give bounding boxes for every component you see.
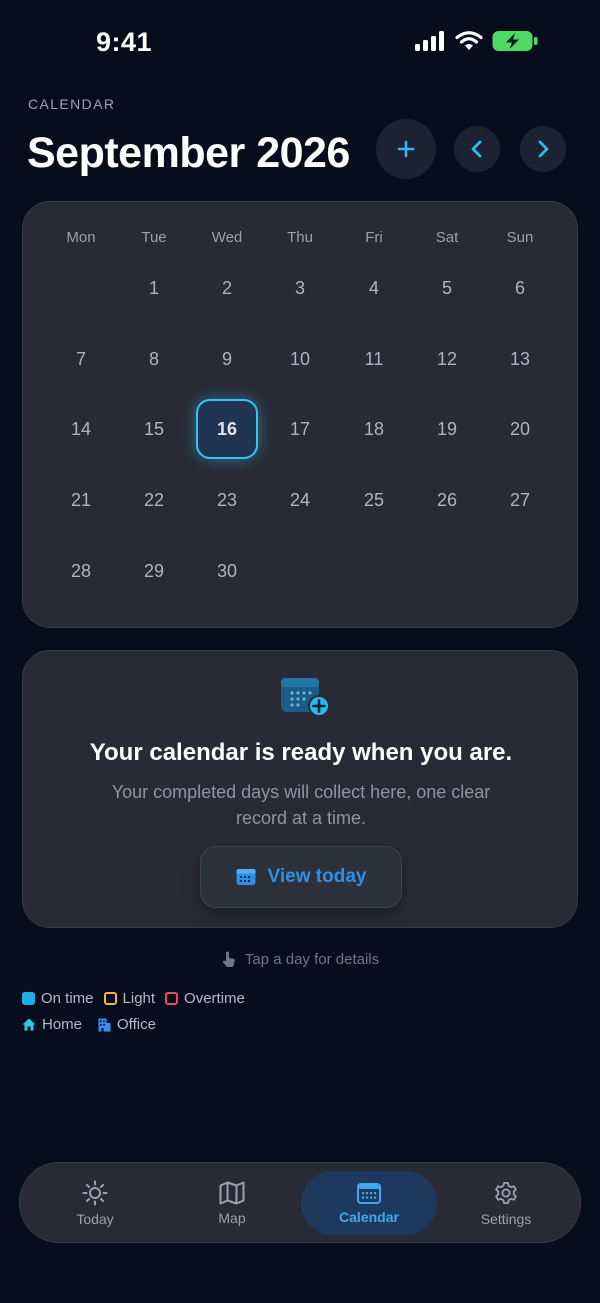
calendar-day[interactable]: 14 (50, 399, 112, 459)
calendar-icon (236, 869, 256, 885)
calendar-day[interactable]: 11 (343, 329, 405, 389)
calendar-day[interactable]: 27 (489, 470, 551, 530)
calendar-day[interactable]: 26 (416, 470, 478, 530)
weekday-label: Tue (141, 229, 167, 246)
tap-hint: Tap a day for details (0, 950, 600, 968)
calendar-day[interactable]: 18 (343, 399, 405, 459)
calendar-day[interactable]: 24 (269, 470, 331, 530)
overtime-swatch (165, 992, 179, 1005)
previous-month-button[interactable] (454, 126, 500, 172)
hand-tap-icon (222, 951, 235, 967)
tab-map[interactable]: Map (164, 1163, 300, 1244)
view-today-label: View today (267, 866, 367, 887)
weekday-label: Sat (435, 229, 459, 246)
hint-text: Tap a day for details (244, 950, 380, 968)
calendar-day[interactable]: 6 (489, 258, 551, 318)
calendar-day[interactable]: 10 (269, 329, 331, 389)
calendar-day-today[interactable]: 16 (196, 399, 258, 459)
legend-status-row: On time Light Overtime (22, 990, 245, 1007)
add-entry-button[interactable] (376, 119, 436, 179)
tab-label: Calendar (339, 1208, 399, 1225)
status-time: 9:41 (96, 27, 153, 57)
legend-label: Overtime (184, 990, 245, 1007)
calendar-day[interactable]: 22 (123, 470, 185, 530)
calendar-day[interactable]: 5 (416, 258, 478, 318)
legend-label: Light (122, 990, 156, 1007)
map-icon (219, 1181, 245, 1205)
legend-label: Home (42, 1016, 83, 1033)
wifi-icon (455, 31, 483, 50)
calendar-day[interactable]: 30 (196, 541, 258, 601)
on-time-swatch (22, 992, 35, 1005)
weekday-label: Mon (66, 229, 96, 246)
calendar-day[interactable]: 17 (269, 399, 331, 459)
next-month-button[interactable] (520, 126, 566, 172)
tab-today[interactable]: Today (27, 1163, 163, 1244)
calendar-day[interactable]: 3 (269, 258, 331, 318)
legend-overtime: Overtime (165, 990, 245, 1007)
tab-label: Today (76, 1211, 114, 1227)
battery-charging-icon (492, 31, 538, 51)
chevron-right-icon (538, 140, 549, 158)
light-swatch (103, 992, 117, 1005)
page-eyebrow: CALENDAR (28, 96, 116, 112)
calendar-day[interactable]: 29 (123, 541, 185, 601)
calendar-icon (357, 1182, 381, 1204)
calendar-day[interactable]: 28 (50, 541, 112, 601)
status-icons (415, 30, 538, 52)
calendar-day[interactable]: 4 (343, 258, 405, 318)
cellular-signal-icon (415, 31, 444, 51)
tab-calendar[interactable]: Calendar (301, 1171, 437, 1235)
weekday-label: Thu (287, 229, 313, 246)
calendar-grid-card: Mon Tue Wed Thu Fri Sat Sun 1 2 3 4 5 6 … (22, 201, 578, 628)
calendar-add-icon (281, 678, 330, 717)
calendar-day[interactable]: 12 (416, 329, 478, 389)
legend-label: On time (41, 990, 94, 1007)
gear-icon (495, 1181, 517, 1204)
calendar-day[interactable]: 25 (343, 470, 405, 530)
calendar-day[interactable]: 7 (50, 329, 112, 389)
calendar-day[interactable]: 13 (489, 329, 551, 389)
status-bar: 9:41 (0, 0, 600, 90)
weekday-label: Sun (506, 229, 534, 246)
empty-state-card: Your calendar is ready when you are. You… (22, 650, 578, 928)
calendar-day[interactable]: 8 (123, 329, 185, 389)
tab-settings[interactable]: Settings (438, 1163, 574, 1244)
weekday-label: Fri (365, 229, 383, 246)
calendar-day[interactable]: 19 (416, 399, 478, 459)
legend-office: Office (98, 1016, 156, 1033)
office-building-icon (98, 1018, 111, 1031)
calendar-day[interactable]: 21 (50, 470, 112, 530)
calendar-day[interactable]: 9 (196, 329, 258, 389)
calendar-day[interactable]: 23 (196, 470, 258, 530)
chevron-left-icon (471, 140, 482, 158)
legend-home: Home (22, 1016, 82, 1033)
plus-icon (397, 140, 415, 158)
tab-label: Map (218, 1210, 246, 1226)
sun-icon (82, 1180, 108, 1206)
home-icon (22, 1018, 36, 1031)
bottom-tab-bar: Today Map Calendar Settings (19, 1162, 581, 1243)
weekday-label: Wed (211, 229, 243, 246)
calendar-day[interactable]: 15 (123, 399, 185, 459)
legend-label: Office (117, 1016, 156, 1033)
legend-location-row: Home Office (22, 1016, 156, 1033)
empty-state-subtitle: Your completed days will collect here, o… (111, 782, 491, 828)
calendar-day[interactable]: 2 (196, 258, 258, 318)
view-today-button[interactable]: View today (200, 846, 402, 908)
tab-label: Settings (480, 1211, 532, 1227)
calendar-day[interactable]: 20 (489, 399, 551, 459)
month-title: September 2026 (27, 129, 350, 177)
empty-state-title: Your calendar is ready when you are. (89, 739, 513, 766)
calendar-day[interactable]: 1 (123, 258, 185, 318)
legend-light: Light (103, 990, 156, 1007)
legend-on-time: On time (22, 990, 94, 1007)
